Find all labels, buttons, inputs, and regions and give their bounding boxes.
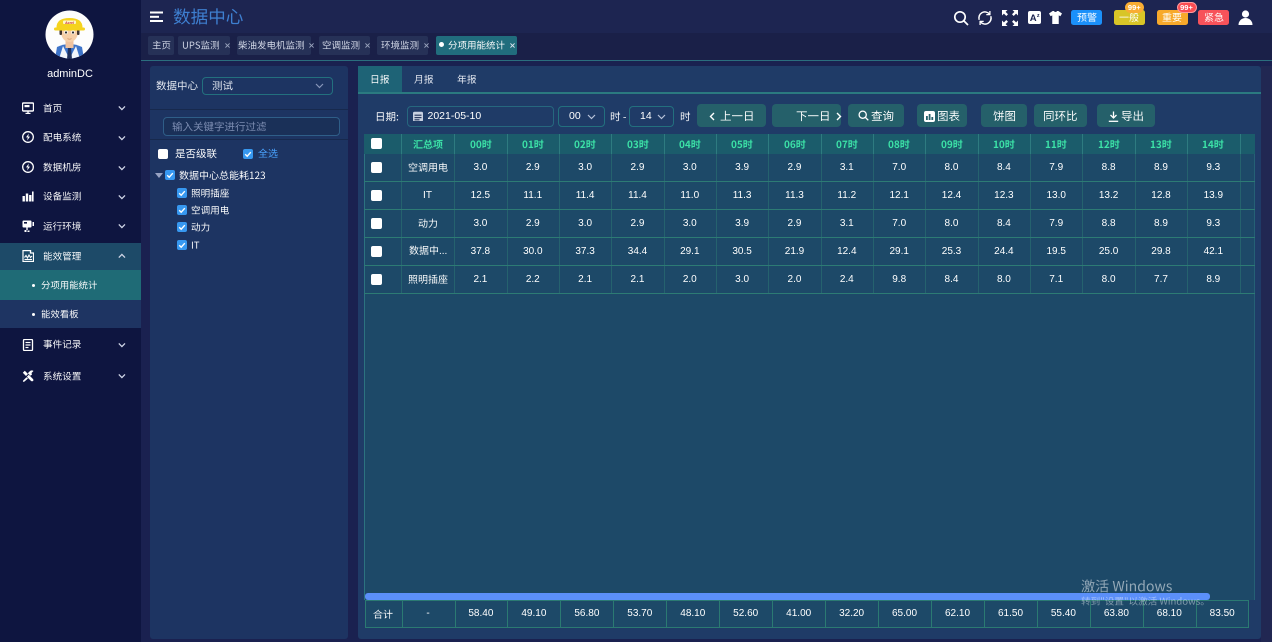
svg-text:z: z <box>1037 13 1040 19</box>
svg-text:A: A <box>1030 13 1037 24</box>
svg-text:Acrel: Acrel <box>65 21 74 25</box>
